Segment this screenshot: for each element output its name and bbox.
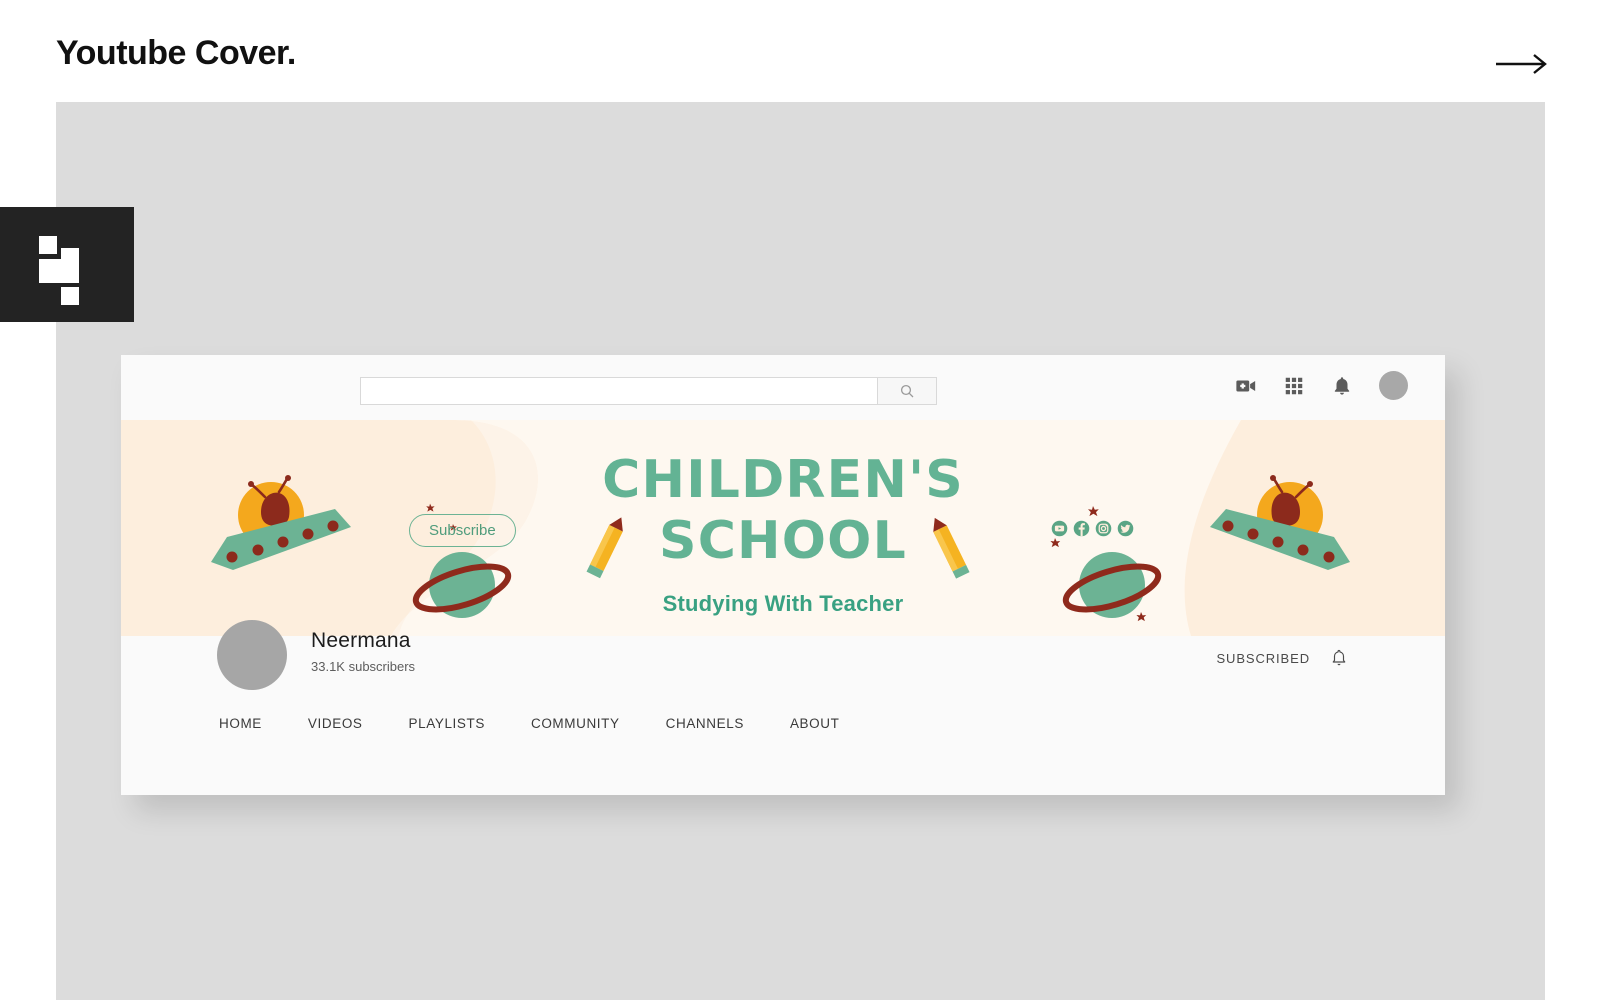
pencil-right-illustration [933, 517, 970, 579]
pencil-left-illustration [586, 517, 623, 579]
tab-about[interactable]: ABOUT [790, 716, 840, 731]
subscribed-controls: SUBSCRIBED [1216, 648, 1349, 668]
youtube-mockup-card: Subscribe CHILDREN'S SCHOOL Studying Wit… [121, 355, 1445, 795]
youtube-topbar [121, 355, 1445, 420]
twitter-icon[interactable] [1117, 520, 1134, 537]
tab-home[interactable]: HOME [219, 716, 262, 731]
apps-grid-icon[interactable] [1283, 375, 1305, 397]
brand-badge [0, 207, 134, 322]
tab-channels[interactable]: CHANNELS [666, 716, 744, 731]
video-camera-plus-icon[interactable] [1235, 375, 1257, 397]
channel-avatar[interactable] [217, 620, 287, 690]
bell-outline-icon[interactable] [1329, 648, 1349, 668]
tab-community[interactable]: COMMUNITY [531, 716, 620, 731]
ufo-right-illustration [1210, 475, 1350, 570]
channel-meta: Neermana 33.1K subscribers [311, 629, 415, 674]
facebook-icon[interactable] [1073, 520, 1090, 537]
ufo-left-illustration [211, 475, 351, 570]
instagram-icon[interactable] [1095, 520, 1112, 537]
bell-icon[interactable] [1331, 375, 1353, 397]
tab-playlists[interactable]: PLAYLISTS [409, 716, 485, 731]
account-avatar[interactable] [1379, 371, 1408, 400]
page-title: Youtube Cover. [56, 34, 296, 72]
subscribe-button[interactable]: Subscribe [409, 514, 516, 547]
channel-banner: Subscribe CHILDREN'S SCHOOL Studying Wit… [121, 420, 1445, 636]
channel-name: Neermana [311, 629, 411, 652]
search-icon [900, 384, 914, 398]
search-button[interactable] [877, 377, 937, 405]
social-links [1051, 520, 1134, 537]
tab-videos[interactable]: VIDEOS [308, 716, 363, 731]
pixel-block-logo-icon [39, 236, 79, 305]
channel-nav-tabs: HOME VIDEOS PLAYLISTS COMMUNITY CHANNELS… [219, 716, 885, 731]
youtube-icon[interactable] [1051, 520, 1068, 537]
search-input[interactable] [360, 377, 877, 405]
arrow-right-icon[interactable] [1496, 52, 1548, 76]
channel-info-bar: Neermana 33.1K subscribers SUBSCRIBED HO… [121, 620, 1445, 795]
search-bar[interactable] [360, 377, 937, 405]
subscriber-count: 33.1K subscribers [311, 659, 416, 674]
subscribed-button[interactable]: SUBSCRIBED [1216, 651, 1310, 666]
topbar-actions [1235, 371, 1408, 400]
